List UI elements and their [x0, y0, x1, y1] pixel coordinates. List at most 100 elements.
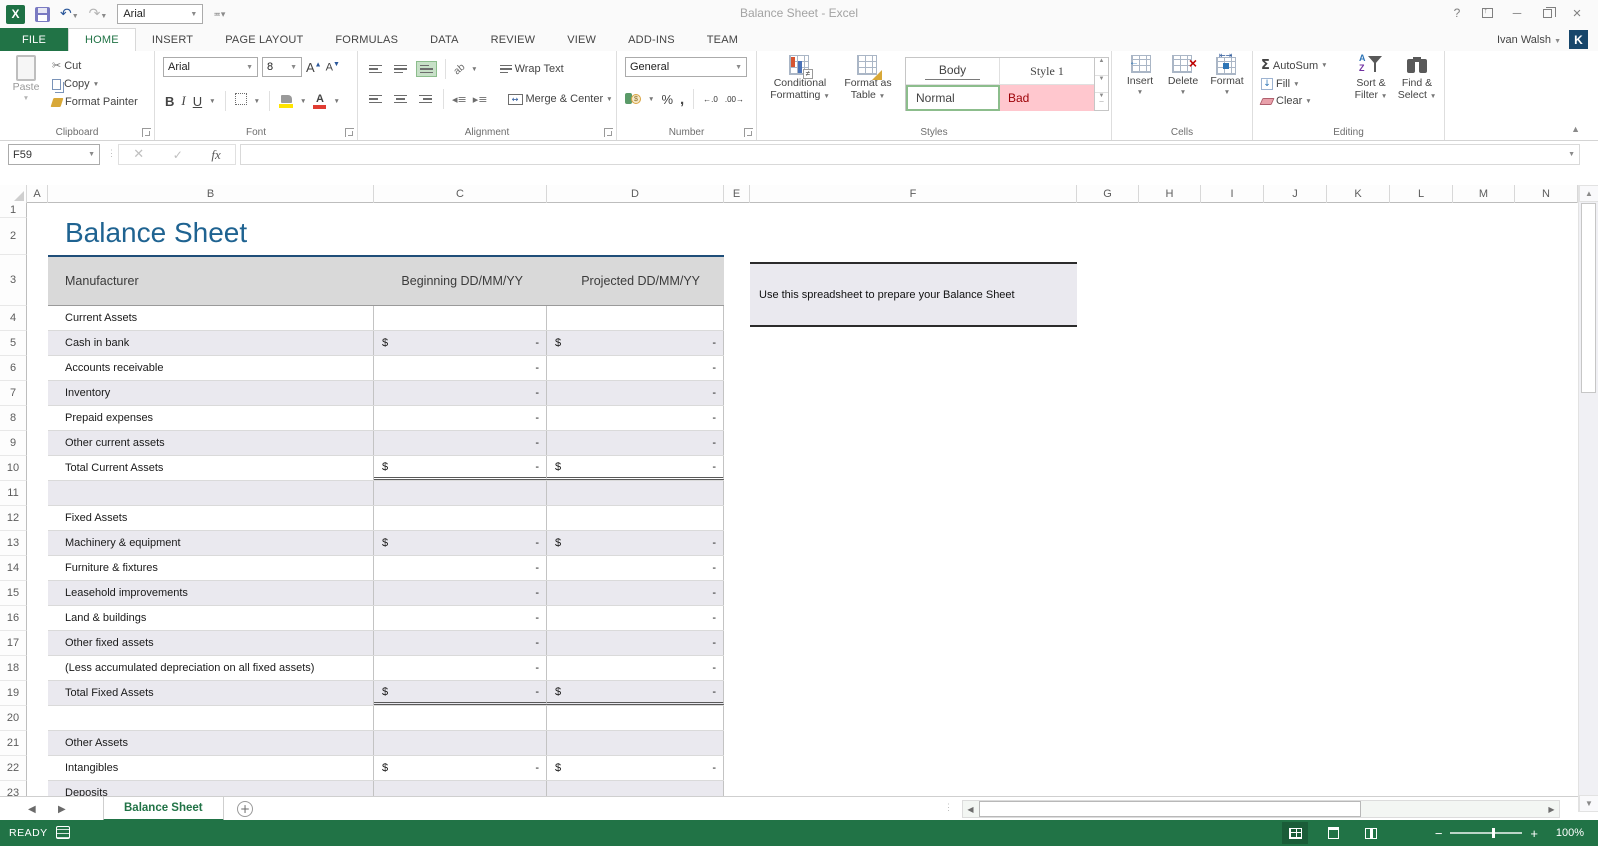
name-box[interactable]: F59 ▼ [8, 144, 100, 165]
row-header-5[interactable]: 5 [0, 331, 27, 356]
cell-projected[interactable]: $- [547, 681, 724, 705]
number-format-combo[interactable]: General▼ [625, 57, 747, 77]
row-header-10[interactable]: 10 [0, 456, 27, 481]
cell-label[interactable]: Other Assets [48, 731, 374, 755]
gallery-up-button[interactable]: ▲ [1095, 58, 1108, 76]
cell-beginning[interactable]: $- [374, 456, 547, 480]
avatar[interactable]: K [1569, 30, 1588, 49]
cell-projected[interactable]: $- [547, 331, 724, 355]
cell-label[interactable]: Machinery & equipment [48, 531, 374, 555]
tab-file[interactable]: FILE [0, 28, 68, 51]
column-header-A[interactable]: A [27, 185, 48, 203]
row-header-22[interactable]: 22 [0, 756, 27, 781]
format-as-table-button[interactable]: Format as Table ▼ [839, 55, 897, 103]
excel-logo-icon[interactable]: X [6, 5, 25, 24]
cell-projected[interactable]: - [547, 381, 724, 405]
format-cells-button[interactable]: ⇤⇥ Format▼ [1206, 55, 1248, 99]
cell-beginning[interactable]: - [374, 356, 547, 380]
align-center-button[interactable] [391, 92, 410, 107]
tab-home[interactable]: HOME [68, 28, 136, 51]
horizontal-scrollbar[interactable]: ◀ ▶ [962, 800, 1560, 818]
vertical-scroll-thumb[interactable] [1581, 203, 1596, 393]
cell-projected[interactable]: - [547, 431, 724, 455]
cell-beginning[interactable]: $- [374, 331, 547, 355]
font-dialog-launcher[interactable] [345, 128, 354, 137]
gallery-more-button[interactable]: ▼─ [1095, 93, 1108, 110]
cell-projected[interactable]: - [547, 581, 724, 605]
column-header-B[interactable]: B [48, 185, 374, 203]
increase-decimal-button[interactable]: ←.0 [703, 95, 718, 104]
cell-label[interactable]: Other fixed assets [48, 631, 374, 655]
increase-indent-button[interactable]: ▸≡ [473, 93, 488, 106]
cancel-icon[interactable]: ✕ [133, 147, 144, 162]
scroll-left-icon[interactable]: ◀ [963, 801, 978, 817]
qat-customize-icon[interactable]: ≖▾ [213, 9, 225, 20]
column-header-N[interactable]: N [1515, 185, 1578, 203]
cell-label[interactable]: Land & buildings [48, 606, 374, 630]
align-right-button[interactable] [416, 92, 435, 107]
cell-label[interactable]: Cash in bank [48, 331, 374, 355]
row-header-23[interactable]: 23 [0, 781, 27, 796]
formula-bar-handle[interactable]: ⋮ [107, 148, 117, 159]
cell-projected[interactable]: $- [547, 456, 724, 480]
paste-button[interactable]: Paste▼ [6, 55, 46, 105]
shrink-font-button[interactable]: A▼ [326, 61, 340, 74]
cell-beginning[interactable]: - [374, 406, 547, 430]
align-left-button[interactable] [366, 92, 385, 107]
row-header-13[interactable]: 13 [0, 531, 27, 556]
restore-button[interactable] [1534, 2, 1560, 24]
cell-label[interactable]: Total Fixed Assets [48, 681, 374, 705]
cell-beginning[interactable]: $- [374, 681, 547, 705]
borders-button[interactable] [235, 92, 247, 110]
cell-projected[interactable] [547, 506, 724, 530]
copy-button[interactable]: Copy▼ [52, 78, 138, 90]
decrease-decimal-button[interactable]: .00→ [725, 95, 744, 104]
column-header-L[interactable]: L [1390, 185, 1453, 203]
font-color-button[interactable]: A [313, 94, 326, 109]
cell-label[interactable]: Accounts receivable [48, 356, 374, 380]
clear-button[interactable]: Clear▼ [1261, 95, 1328, 107]
row-header-16[interactable]: 16 [0, 606, 27, 631]
clipboard-dialog-launcher[interactable] [142, 128, 151, 137]
delete-cells-button[interactable]: × Delete▼ [1162, 55, 1204, 99]
minimize-button[interactable]: ─ [1504, 2, 1530, 24]
horizontal-scroll-thumb[interactable] [979, 801, 1361, 817]
fill-button[interactable]: ↓Fill▼ [1261, 78, 1328, 90]
note-textbox[interactable]: Use this spreadsheet to prepare your Bal… [750, 262, 1077, 327]
style-body[interactable]: Body [906, 58, 1000, 84]
tab-split-handle[interactable]: ⋮ [944, 802, 954, 813]
row-header-7[interactable]: 7 [0, 381, 27, 406]
row-header-6[interactable]: 6 [0, 356, 27, 381]
sort-filter-button[interactable]: A Z Sort & Filter ▼ [1349, 55, 1393, 103]
cell-projected[interactable] [547, 706, 724, 730]
row-header-2[interactable]: 2 [0, 218, 27, 255]
user-name[interactable]: Ivan Walsh ▼ [1497, 34, 1561, 46]
cell-beginning[interactable] [374, 731, 547, 755]
column-header-J[interactable]: J [1264, 185, 1327, 203]
column-header-M[interactable]: M [1453, 185, 1515, 203]
bold-button[interactable]: B [165, 94, 174, 109]
vertical-scrollbar[interactable]: ▲ ▼ [1578, 185, 1598, 812]
cell-beginning[interactable]: - [374, 381, 547, 405]
cell-projected[interactable] [547, 481, 724, 505]
cell-label[interactable]: Inventory [48, 381, 374, 405]
font-name-combo[interactable]: Arial▼ [163, 57, 258, 77]
row-header-20[interactable]: 20 [0, 706, 27, 731]
cell-projected[interactable] [547, 781, 724, 796]
save-icon[interactable] [35, 7, 50, 22]
insert-function-icon[interactable]: fx [211, 147, 220, 163]
sheet-tab-balance-sheet[interactable]: Balance Sheet [103, 797, 224, 821]
number-dialog-launcher[interactable] [744, 128, 753, 137]
row-header-12[interactable]: 12 [0, 506, 27, 531]
cell-projected[interactable]: - [547, 356, 724, 380]
tab-add-ins[interactable]: ADD-INS [612, 28, 691, 51]
cell-beginning[interactable]: - [374, 556, 547, 580]
format-painter-button[interactable]: Format Painter [52, 96, 138, 108]
align-top-button[interactable] [366, 62, 385, 77]
row-header-17[interactable]: 17 [0, 631, 27, 656]
scroll-up-icon[interactable]: ▲ [1579, 185, 1598, 202]
find-select-button[interactable]: Find & Select ▼ [1395, 55, 1439, 103]
sheet-title-cell[interactable]: Balance Sheet [65, 217, 247, 249]
conditional-formatting-button[interactable]: ≠ Conditional Formatting ▼ [767, 55, 833, 103]
scroll-right-icon[interactable]: ▶ [1544, 801, 1559, 817]
